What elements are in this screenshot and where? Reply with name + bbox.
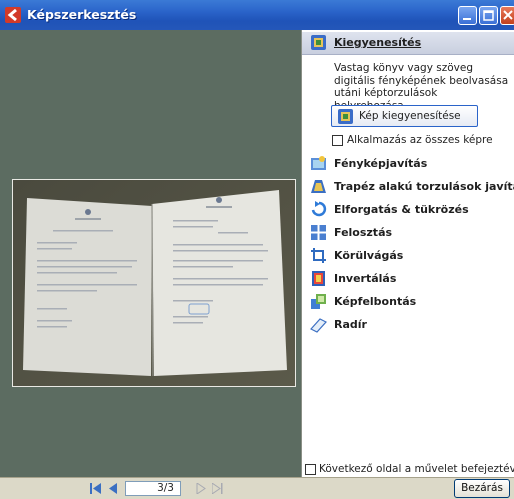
minimize-icon	[463, 18, 471, 20]
page-indicator: 3/3	[125, 481, 181, 496]
next-page-checkbox[interactable]	[305, 464, 316, 475]
tool-item-crop[interactable]: Körülvágás	[302, 245, 514, 267]
next-page-icon	[196, 483, 206, 494]
maximize-icon	[483, 10, 494, 21]
tool-item-photo-fix[interactable]: Fényképjavítás	[302, 153, 514, 175]
maximize-button[interactable]	[479, 6, 498, 25]
apply-all-label: Alkalmazás az összes képre	[347, 134, 493, 146]
straighten-image-button[interactable]: Kép kiegyenesítése	[331, 105, 478, 127]
document-photo[interactable]	[12, 179, 296, 387]
tool-label-crop: Körülvágás	[334, 249, 404, 262]
title-bar[interactable]: Képszerkesztés	[0, 0, 514, 30]
tool-label-rotate: Elforgatás & tükrözés	[334, 203, 469, 216]
bottom-bar: 3/3 Bezárás	[0, 477, 514, 499]
window-title: Képszerkesztés	[27, 7, 137, 22]
close-button[interactable]: Bezárás	[454, 479, 510, 498]
image-preview-area	[0, 30, 301, 477]
close-icon	[503, 10, 513, 20]
straighten-icon	[311, 35, 326, 50]
crop-icon	[311, 248, 326, 263]
invert-icon	[312, 271, 325, 286]
close-window-button[interactable]	[500, 6, 514, 25]
tool-header-straighten[interactable]: Kiegyenesítés	[302, 32, 514, 55]
tool-item-split[interactable]: Felosztás	[302, 222, 514, 244]
resolution-icon	[311, 294, 326, 309]
tool-label-invert: Invertálás	[334, 272, 397, 285]
apply-all-checkbox[interactable]	[332, 135, 343, 146]
tool-label-resolution: Képfelbontás	[334, 295, 417, 308]
tool-item-invert[interactable]: Invertálás	[302, 268, 514, 290]
first-page-icon[interactable]	[90, 483, 101, 494]
app-icon	[5, 7, 21, 23]
previous-page-icon[interactable]	[108, 483, 119, 494]
tool-label-eraser: Radír	[334, 318, 367, 331]
straighten-button-icon	[338, 109, 353, 124]
next-page-label: Következő oldal a művelet befejeztével	[319, 463, 514, 475]
split-icon	[310, 224, 327, 241]
tool-item-trapezoid[interactable]: Trapéz alakú torzulások javítása	[302, 176, 514, 198]
eraser-icon	[310, 318, 327, 333]
tool-item-rotate[interactable]: Elforgatás & tükrözés	[302, 199, 514, 221]
last-page-icon	[212, 483, 223, 494]
tool-item-resolution[interactable]: Képfelbontás	[302, 291, 514, 313]
tool-label-trapezoid: Trapéz alakú torzulások javítása	[334, 180, 514, 193]
trapezoid-icon	[311, 180, 326, 193]
rotate-icon	[311, 201, 327, 217]
tool-label-photo-fix: Fényképjavítás	[334, 157, 428, 170]
straighten-image-button-label: Kép kiegyenesítése	[359, 110, 461, 122]
document-photo-image	[13, 180, 295, 386]
photo-fix-icon	[311, 156, 326, 170]
tool-label-straighten: Kiegyenesítés	[334, 36, 422, 49]
image-editor-window: Képszerkesztés Kiegyenesítés Vastag köny…	[0, 0, 514, 499]
tool-item-eraser[interactable]: Radír	[302, 314, 514, 336]
tool-label-split: Felosztás	[334, 226, 393, 239]
minimize-button[interactable]	[458, 6, 477, 25]
tools-panel: Kiegyenesítés Vastag könyv vagy szöveg d…	[301, 30, 514, 477]
